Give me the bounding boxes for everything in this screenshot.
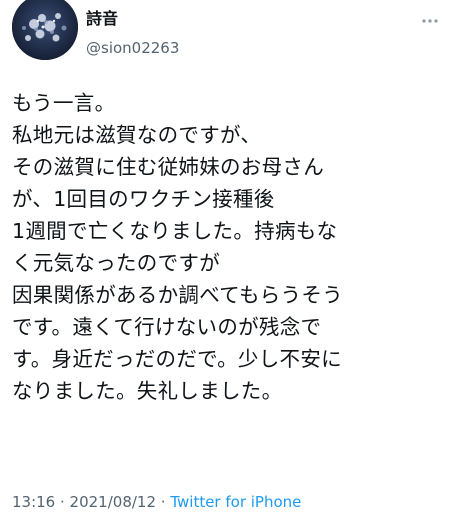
tweet-text-line: く元気なったのですが	[12, 251, 220, 275]
tweet-time[interactable]: 13:16	[12, 493, 55, 511]
tweet-metadata: 13:16 · 2021/08/12 · Twitter for iPhone	[12, 492, 301, 512]
tweet-card: 詩音 @sion02263 もう一言。 私地元は滋賀なのですが、 その滋賀に住む…	[0, 0, 455, 525]
tweet-text-line: です。遠くて行けないのが残念で	[12, 315, 322, 339]
tweet-source-link[interactable]: Twitter for iPhone	[170, 493, 301, 511]
avatar[interactable]	[12, 0, 78, 60]
tweet-date[interactable]: 2021/08/12	[70, 493, 156, 511]
meta-separator: ·	[156, 493, 171, 511]
tweet-text-line: 私地元は滋賀なのですが、	[12, 123, 262, 147]
tweet-text-line: 因果関係があるか調べてもらうそう	[12, 283, 343, 307]
tweet-text-line: が、1回目のワクチン接種後	[12, 187, 275, 211]
author-display-name[interactable]: 詩音	[86, 9, 118, 29]
meta-separator: ·	[55, 493, 70, 511]
tweet-text-line: その滋賀に住む従姉妹のお母さん	[12, 155, 324, 179]
tweet-text-line: す。身近だっだのだで。少し不安に	[12, 347, 342, 371]
tweet-text-line: なりました。失礼しました。	[12, 379, 283, 403]
author-handle[interactable]: @sion02263	[86, 38, 179, 58]
tweet-text: もう一言。 私地元は滋賀なのですが、 その滋賀に住む従姉妹のお母さん が、1回目…	[12, 87, 446, 407]
avatar-dark-floral-icon	[12, 0, 78, 60]
more-options-button[interactable]	[418, 14, 442, 28]
more-horizontal-icon	[422, 19, 438, 23]
tweet-text-line: 1週間で亡くなりました。持病もな	[12, 219, 338, 243]
tweet-text-line: もう一言。	[12, 91, 116, 115]
